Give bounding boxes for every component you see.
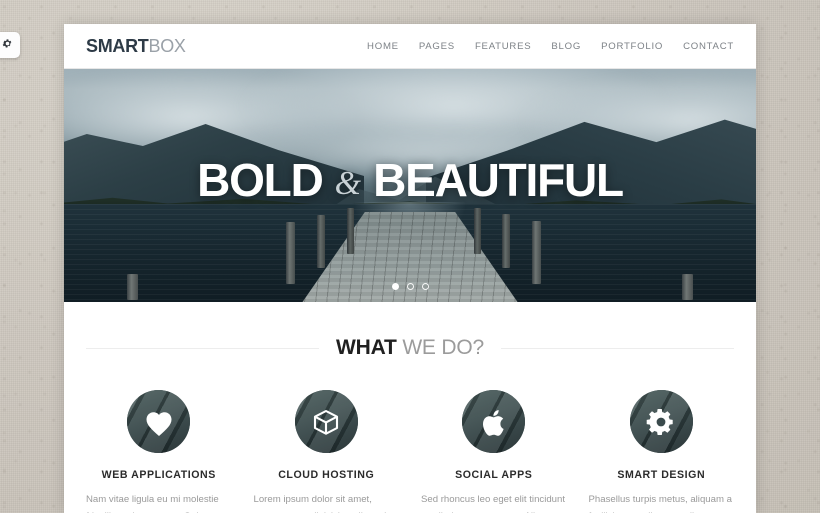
- settings-panel-toggle[interactable]: [0, 32, 20, 58]
- feature-title: SOCIAL APPS: [455, 469, 533, 481]
- heart-icon: [146, 411, 172, 436]
- gear-icon: [646, 408, 673, 435]
- nav-item-pages[interactable]: PAGES: [409, 41, 465, 52]
- slider-dot-1[interactable]: [391, 283, 399, 290]
- section-title-bold: WHAT: [336, 336, 397, 359]
- nav-item-blog[interactable]: BLOG: [541, 41, 591, 52]
- section-title-light: WE DO?: [402, 336, 484, 359]
- feature-icon-circle[interactable]: [294, 390, 358, 453]
- feature-description: Lorem ipsum dolor sit amet, consectetur …: [253, 494, 387, 513]
- feature-icon-circle[interactable]: [629, 390, 693, 453]
- nav-item-home[interactable]: HOME: [357, 41, 409, 52]
- hero-headline-part2: BEAUTIFUL: [373, 154, 624, 206]
- feature-description: Nam vitae ligula eu mi molestie fringill…: [86, 494, 219, 513]
- feature-description: Sed rhoncus leo eget elit tincidunt vest…: [421, 494, 565, 513]
- slider-dot-2[interactable]: [406, 283, 414, 290]
- hero-headline-ampersand: &: [334, 165, 362, 202]
- main-navigation: HOME PAGES FEATURES BLOG PORTFOLIO CONTA…: [357, 41, 734, 52]
- section-heading-row: WHAT WE DO?: [86, 336, 735, 360]
- feature-card-social-apps[interactable]: SOCIAL APPS Sed rhoncus leo eget elit ti…: [421, 390, 567, 513]
- feature-grid: WEB APPLICATIONS Nam vitae ligula eu mi …: [86, 390, 734, 513]
- feature-icon-circle[interactable]: [462, 390, 526, 453]
- section-title: WHAT WE DO?: [319, 336, 501, 360]
- hero-headline: BOLD & BEAUTIFUL: [64, 157, 756, 203]
- nav-item-portfolio[interactable]: PORTFOLIO: [591, 41, 673, 52]
- cube-icon: [314, 409, 339, 435]
- main-content: WHAT WE DO? WEB APPLICATIONS Nam vitae l…: [64, 336, 756, 513]
- slider-pagination: [64, 283, 756, 290]
- logo-text-bold: SMART: [86, 36, 149, 56]
- feature-title: CLOUD HOSTING: [278, 469, 375, 481]
- feature-title: WEB APPLICATIONS: [101, 469, 216, 481]
- dock-post: [317, 215, 325, 268]
- nav-item-features[interactable]: FEATURES: [465, 41, 541, 52]
- gear-icon: [2, 36, 13, 54]
- site-header: SMARTBOX HOME PAGES FEATURES BLOG PORTFO…: [64, 24, 756, 69]
- website-preview-frame: SMARTBOX HOME PAGES FEATURES BLOG PORTFO…: [64, 24, 756, 513]
- slider-dot-3[interactable]: [421, 283, 429, 290]
- dock-post: [532, 221, 541, 284]
- divider-right: [500, 347, 735, 349]
- apple-icon: [482, 409, 504, 436]
- logo-text-light: BOX: [148, 36, 186, 56]
- hero-headline-part1: BOLD: [197, 154, 324, 206]
- feature-card-cloud-hosting[interactable]: CLOUD HOSTING Lorem ipsum dolor sit amet…: [254, 390, 400, 513]
- site-logo[interactable]: SMARTBOX: [86, 36, 186, 57]
- dock-post: [474, 208, 481, 254]
- feature-icon-circle[interactable]: [127, 390, 191, 453]
- feature-description: Phasellus turpis metus, aliquam a facili…: [588, 494, 732, 513]
- dock-post: [347, 208, 354, 254]
- feature-title: SMART DESIGN: [617, 469, 706, 481]
- dock-post: [286, 222, 295, 284]
- divider-left: [86, 347, 320, 349]
- feature-card-web-applications[interactable]: WEB APPLICATIONS Nam vitae ligula eu mi …: [86, 390, 232, 513]
- nav-item-contact[interactable]: CONTACT: [673, 41, 734, 52]
- feature-card-smart-design[interactable]: SMART DESIGN Phasellus turpis metus, ali…: [589, 390, 735, 513]
- hero-slider[interactable]: BOLD & BEAUTIFUL: [64, 69, 756, 302]
- dock-post: [502, 214, 510, 268]
